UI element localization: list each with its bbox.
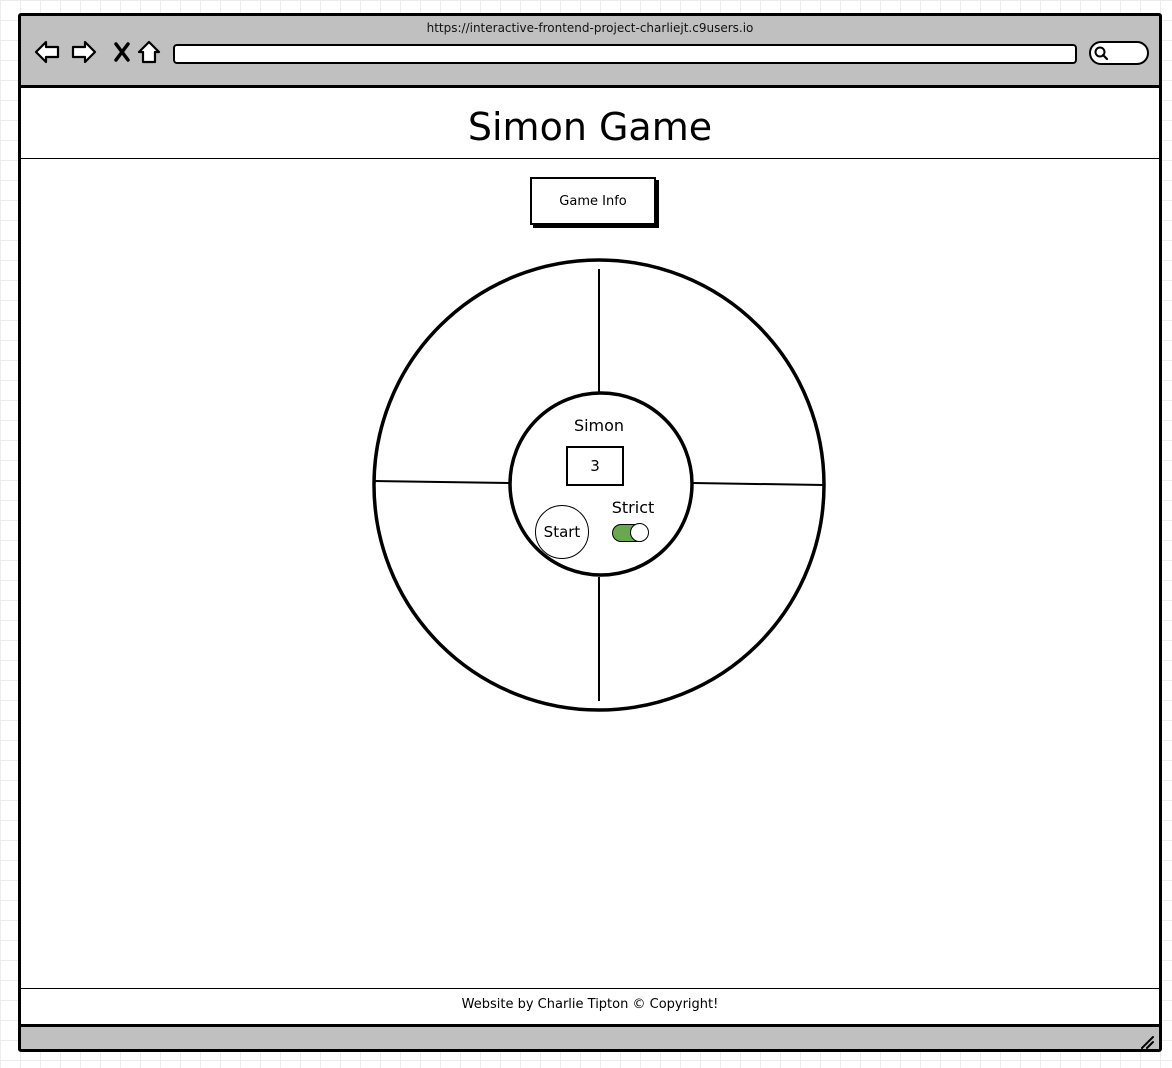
strict-toggle[interactable]	[612, 522, 649, 544]
url-text: https://interactive-frontend-project-cha…	[426, 21, 754, 35]
footer-text: Website by Charlie Tipton © Copyright!	[461, 997, 719, 1012]
search-icon[interactable]	[1089, 41, 1149, 65]
start-button[interactable]: Start	[535, 505, 589, 559]
simon-label: Simon	[573, 416, 625, 435]
browser-toolbar: https://interactive-frontend-project-cha…	[21, 16, 1159, 88]
address-bar[interactable]	[173, 44, 1077, 64]
quadrant-top-right[interactable]	[607, 277, 807, 477]
home-icon[interactable]	[135, 38, 163, 66]
game-info-button[interactable]: Game Info	[530, 177, 656, 225]
browser-window: https://interactive-frontend-project-cha…	[18, 13, 1162, 1052]
resize-grip-icon[interactable]	[1139, 1034, 1155, 1049]
close-icon[interactable]	[108, 38, 136, 66]
strict-toggle-knob	[630, 523, 649, 542]
simon-board: Simon 3 Start Strict	[371, 257, 827, 713]
quadrant-top-left[interactable]	[391, 277, 591, 477]
header-divider	[21, 158, 1159, 159]
browser-statusbar	[21, 1024, 1159, 1049]
strict-label: Strict	[611, 498, 655, 517]
back-arrow-icon[interactable]	[33, 38, 61, 66]
count-display: 3	[566, 446, 624, 486]
page-title: Simon Game	[467, 105, 713, 149]
forward-arrow-icon[interactable]	[70, 38, 98, 66]
footer-divider	[21, 988, 1159, 989]
